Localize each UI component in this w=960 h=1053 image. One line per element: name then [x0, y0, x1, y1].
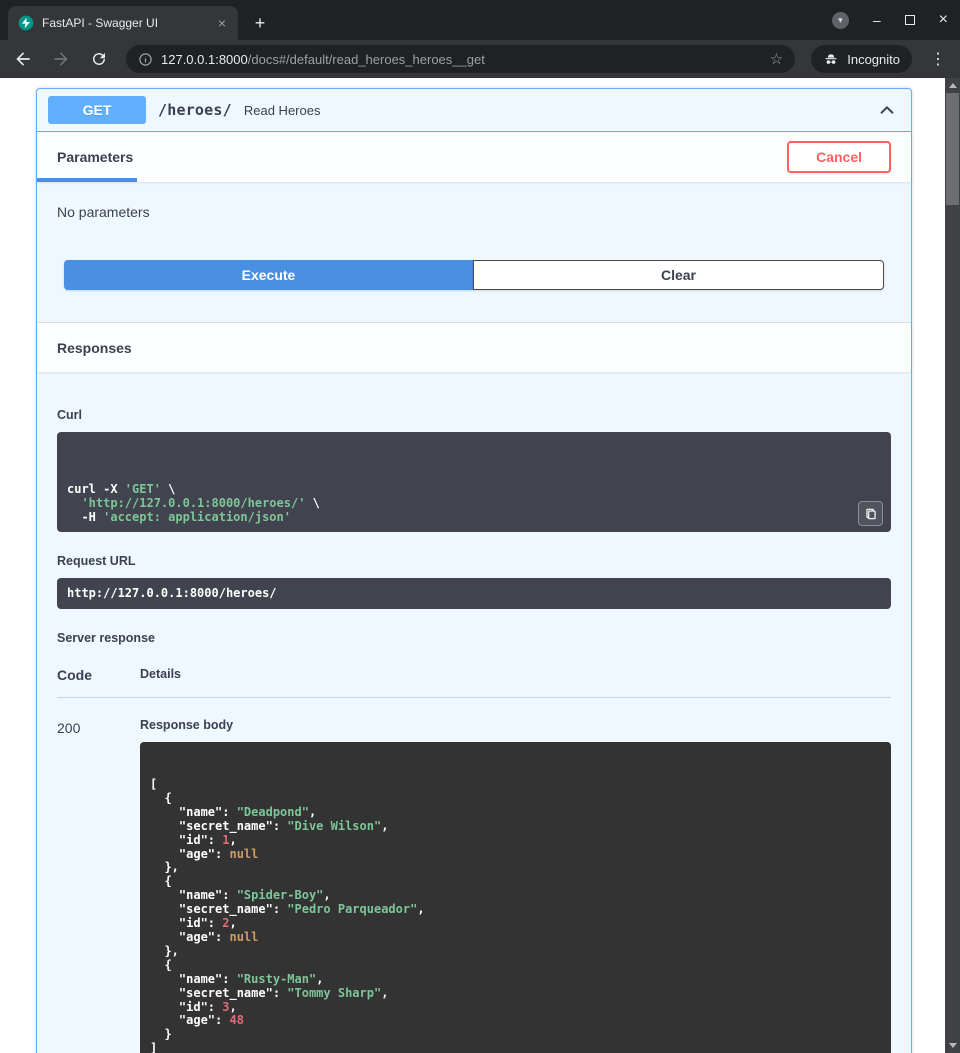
browser-tab[interactable]: FastAPI - Swagger UI ×	[8, 6, 238, 40]
code-column-header: Code	[57, 667, 140, 683]
response-row-200: 200 Response body [ { "name": "Deadpond"…	[57, 698, 891, 1053]
forward-icon[interactable]	[50, 48, 72, 70]
site-info-icon[interactable]	[138, 52, 153, 67]
response-details-cell: Response body [ { "name": "Deadpond", "s…	[140, 714, 891, 1053]
no-parameters-text: No parameters	[37, 182, 911, 250]
curl-command-block: curl -X 'GET' \ 'http://127.0.0.1:8000/h…	[57, 432, 891, 532]
collapse-chevron-icon[interactable]	[878, 101, 900, 119]
window-controls: ▾ – ×	[832, 0, 948, 40]
tab-close-icon[interactable]: ×	[216, 15, 228, 31]
browser-toolbar: 127.0.0.1:8000/docs#/default/read_heroes…	[0, 40, 960, 78]
clear-button[interactable]: Clear	[473, 260, 884, 290]
operation-path: /heroes/	[158, 101, 232, 119]
response-body-block: [ { "name": "Deadpond", "secret_name": "…	[140, 742, 891, 1053]
url-text[interactable]: 127.0.0.1:8000/docs#/default/read_heroes…	[161, 52, 762, 67]
url-path: /docs#/default/read_heroes_heroes__get	[248, 52, 485, 67]
incognito-badge: Incognito	[811, 45, 912, 73]
window-close-button[interactable]: ×	[939, 11, 948, 29]
response-table-header: Code Details	[57, 655, 891, 698]
scrollbar-thumb[interactable]	[946, 93, 959, 205]
reload-icon[interactable]	[88, 48, 110, 70]
browser-tab-strip: FastAPI - Swagger UI × + ▾ – ×	[0, 0, 960, 40]
cancel-button[interactable]: Cancel	[787, 141, 891, 173]
maximize-button[interactable]	[905, 15, 915, 25]
copy-curl-button[interactable]	[858, 501, 883, 526]
execute-button[interactable]: Execute	[64, 260, 473, 290]
details-column-header: Details	[140, 667, 181, 683]
back-icon[interactable]	[12, 48, 34, 70]
incognito-icon	[823, 51, 839, 67]
operation-description: Read Heroes	[244, 103, 321, 118]
browser-menu-icon[interactable]: ⋮	[928, 49, 948, 69]
parameters-tab-underline	[37, 178, 137, 182]
scrollbar-down-icon[interactable]	[945, 1038, 960, 1053]
responses-title: Responses	[57, 340, 132, 356]
bookmark-star-icon[interactable]: ☆	[770, 50, 783, 68]
url-host: 127.0.0.1:8000	[161, 52, 248, 67]
responses-header: Responses	[37, 322, 911, 372]
method-badge: GET	[48, 96, 146, 124]
execute-button-group: Execute Clear	[37, 250, 911, 322]
fastapi-favicon	[18, 15, 34, 31]
new-tab-button[interactable]: +	[246, 9, 274, 37]
scrollbar-up-icon[interactable]	[945, 78, 960, 93]
parameters-title: Parameters	[57, 149, 133, 165]
operation-block-get-heroes: GET /heroes/ Read Heroes Parameters Canc…	[36, 88, 912, 1053]
curl-label: Curl	[57, 408, 891, 422]
server-response-table: Code Details 200 Response body [ { "name…	[57, 655, 891, 1053]
status-code: 200	[57, 714, 140, 1053]
page-content: GET /heroes/ Read Heroes Parameters Canc…	[0, 78, 960, 1053]
server-response-label: Server response	[57, 631, 891, 645]
request-url-label: Request URL	[57, 554, 891, 568]
parameters-header: Parameters Cancel	[37, 132, 911, 182]
request-url-block: http://127.0.0.1:8000/heroes/	[57, 578, 891, 609]
operation-summary-row[interactable]: GET /heroes/ Read Heroes	[37, 89, 911, 132]
profile-icon[interactable]: ▾	[832, 12, 849, 29]
response-body-label: Response body	[140, 718, 891, 732]
responses-body: Curl curl -X 'GET' \ 'http://127.0.0.1:8…	[37, 372, 911, 1053]
url-bar[interactable]: 127.0.0.1:8000/docs#/default/read_heroes…	[126, 45, 795, 73]
tab-title: FastAPI - Swagger UI	[42, 16, 208, 30]
incognito-label: Incognito	[847, 52, 900, 67]
page-scrollbar[interactable]	[945, 78, 960, 1053]
minimize-button[interactable]: –	[873, 15, 881, 25]
